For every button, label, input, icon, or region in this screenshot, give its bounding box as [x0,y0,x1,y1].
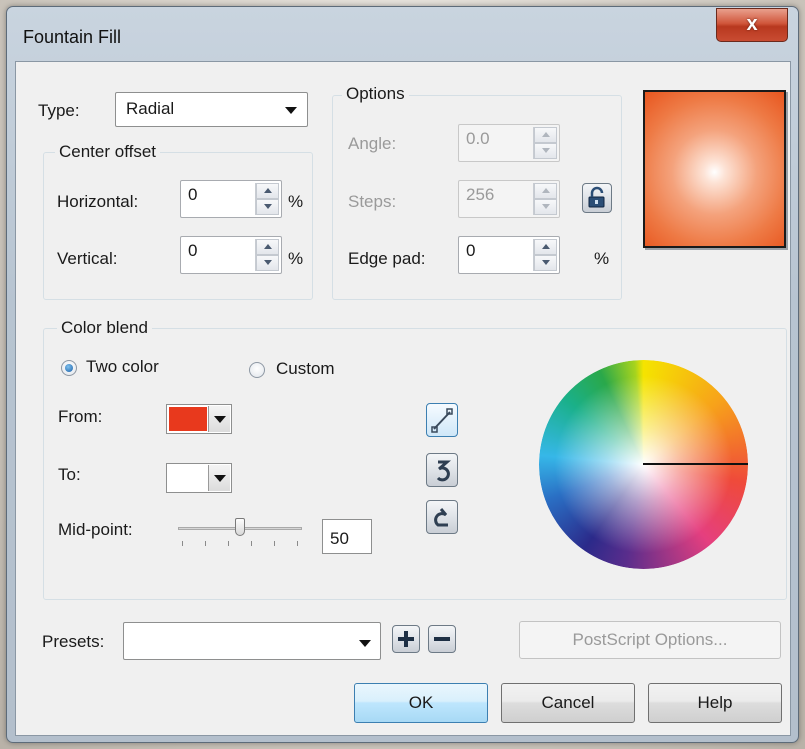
direct-path-icon [431,408,453,433]
vertical-offset-stepper[interactable]: 0 [180,236,282,274]
angle-label: Angle: [348,134,397,153]
to-label: To: [58,465,81,484]
chevron-down-icon [214,475,226,482]
arrow-up-icon [542,244,550,249]
presets-label: Presets: [42,632,105,651]
steps-stepper[interactable]: 256 [458,180,560,218]
to-color-picker[interactable] [166,463,232,493]
center-offset-legend: Center offset [55,142,161,162]
remove-preset-icon [434,637,450,641]
stepper-buttons [255,183,279,215]
increment-button[interactable] [256,239,279,255]
arrow-down-icon [542,204,550,209]
chevron-down-icon [359,640,371,647]
from-label: From: [58,407,103,426]
decrement-button[interactable] [256,255,279,271]
decrement-button[interactable] [534,199,557,215]
close-icon: x [746,13,758,35]
vertical-label: Vertical: [57,249,118,268]
edge-pad-unit: % [594,249,610,268]
type-label: Type: [38,101,80,120]
type-select-value: Radial [126,99,175,118]
arrow-down-icon [264,260,272,265]
postscript-options-button[interactable]: PostScript Options... [519,621,781,659]
arrow-up-icon [542,132,550,137]
type-select[interactable]: Radial [115,92,308,127]
color-wheel[interactable] [539,360,748,569]
arrow-up-icon [264,188,272,193]
custom-label[interactable]: Custom [276,359,335,379]
lock-steps-button[interactable] [582,183,612,213]
remove-preset-button[interactable] [428,625,456,653]
dialog-client-area: Type: Radial Center offset Horizontal: 0… [15,61,791,736]
from-color-picker[interactable] [166,404,232,434]
horizontal-unit: % [288,192,304,211]
to-color-dropdown[interactable] [208,465,230,491]
to-color-swatch [169,466,207,490]
presets-select[interactable] [123,622,381,660]
clockwise-path-icon [434,508,448,527]
midpoint-label: Mid-point: [58,520,133,539]
arrow-up-icon [542,188,550,193]
slider-ticks [182,541,298,546]
two-color-radio[interactable] [61,360,77,376]
angle-stepper[interactable]: 0.0 [458,124,560,162]
add-preset-button[interactable] [392,625,420,653]
custom-radio[interactable] [249,362,265,378]
chevron-down-icon [214,416,226,423]
color-blend-legend: Color blend [57,318,152,338]
options-legend: Options [342,84,409,104]
close-button[interactable]: x [716,8,788,42]
fountain-fill-dialog: Fountain Fill x Type: Radial Center offs… [6,6,799,743]
increment-button[interactable] [534,239,557,255]
steps-label: Steps: [348,192,397,211]
clockwise-path-button[interactable] [426,500,458,534]
decrement-button[interactable] [256,199,279,215]
help-button[interactable]: Help [648,683,782,723]
horizontal-offset-stepper[interactable]: 0 [180,180,282,218]
add-preset-icon [398,631,414,647]
increment-button[interactable] [534,127,557,143]
edge-pad-label: Edge pad: [348,249,426,268]
midpoint-slider[interactable] [178,514,304,548]
arrow-down-icon [542,148,550,153]
increment-button[interactable] [256,183,279,199]
counterclockwise-path-button[interactable] [426,453,458,487]
decrement-button[interactable] [534,143,557,159]
from-color-dropdown[interactable] [208,406,230,432]
edge-pad-value: 0 [466,241,476,260]
vertical-unit: % [288,249,304,268]
blend-direction-line [643,463,748,465]
midpoint-input[interactable]: 50 [322,519,372,554]
midpoint-value: 50 [330,529,349,548]
steps-value: 256 [466,185,495,204]
horizontal-offset-value: 0 [188,185,198,204]
horizontal-label: Horizontal: [57,192,139,211]
edge-pad-stepper[interactable]: 0 [458,236,560,274]
fill-preview[interactable] [643,90,786,248]
direct-path-button[interactable] [426,403,458,437]
stepper-buttons [255,239,279,271]
increment-button[interactable] [534,183,557,199]
dialog-title: Fountain Fill [23,27,122,47]
title-bar[interactable]: Fountain Fill x [7,7,798,61]
stepper-buttons [533,183,557,215]
arrow-down-icon [542,260,550,265]
counterclockwise-path-icon [436,460,451,482]
chevron-down-icon [285,107,297,114]
cancel-button[interactable]: Cancel [501,683,635,723]
stepper-buttons [533,239,557,271]
two-color-label[interactable]: Two color [86,357,159,377]
arrow-down-icon [264,204,272,209]
decrement-button[interactable] [534,255,557,271]
arrow-up-icon [264,244,272,249]
center-offset-group [43,152,313,300]
ok-button[interactable]: OK [354,683,488,723]
slider-thumb[interactable] [235,518,245,536]
stepper-buttons [533,127,557,159]
vertical-offset-value: 0 [188,241,198,260]
angle-value: 0.0 [466,129,490,148]
from-color-swatch [169,407,207,431]
lock-icon [588,186,605,208]
